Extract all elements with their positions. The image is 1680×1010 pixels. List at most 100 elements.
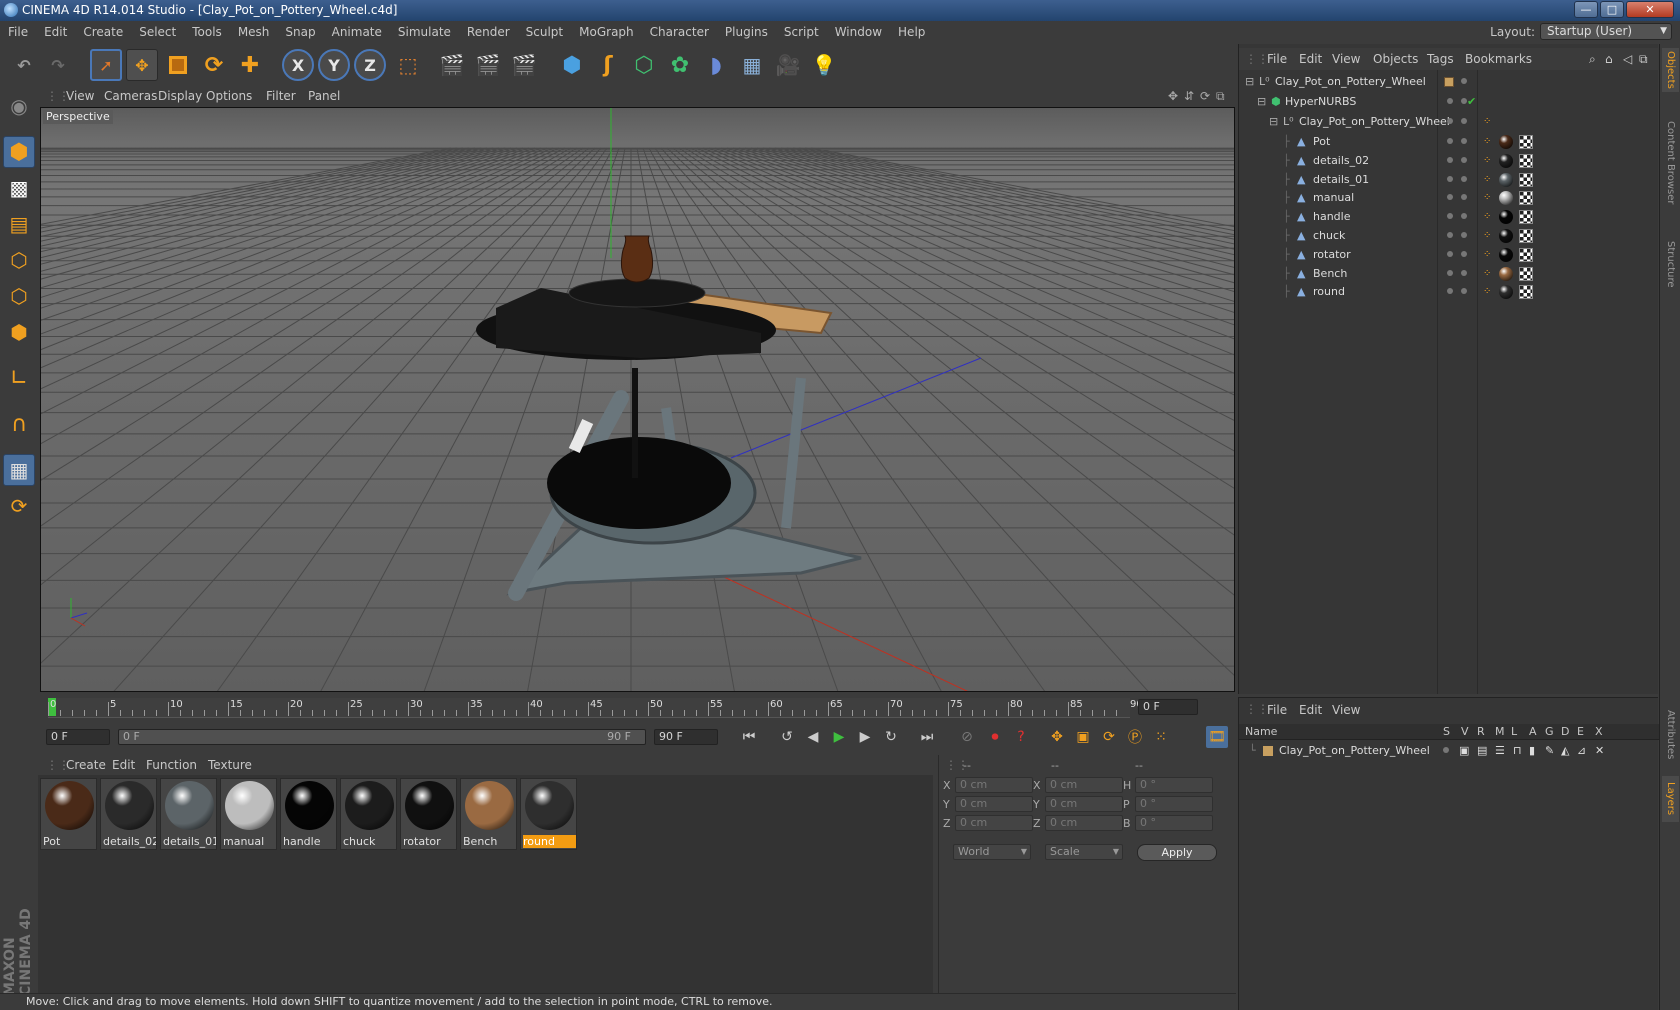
mat-menu-texture[interactable]: Texture [208,755,252,775]
menu-window[interactable]: Window [827,21,890,44]
cube-object-icon[interactable]: ⬢ [556,49,588,81]
obj-menu-view[interactable]: View [1332,48,1360,70]
vp-menu-cameras[interactable]: Cameras [104,86,157,106]
frame-ruler[interactable]: 0 5 10 15 20 25 30 35 40 45 50 55 60 65 70 75 80 85 90 [48,698,1143,718]
material-tag-icon[interactable] [1499,172,1513,187]
obj-menu-bookmarks[interactable]: Bookmarks [1465,48,1532,70]
layer-menu-file[interactable]: File [1267,703,1287,717]
vp-menu-view[interactable]: View [66,86,94,106]
vp-menu-panel[interactable]: Panel [308,86,340,106]
material-tag-icon[interactable] [1499,210,1513,225]
scale-tool-icon[interactable] [162,49,194,81]
obj-menu-tags[interactable]: Tags [1427,48,1454,70]
layer-row[interactable]: └ Clay_Pot_on_Pottery_Wheel ▣ ▤ ☰ ⊓ ▮ ✎ … [1239,741,1659,761]
home-icon[interactable]: ⌂ [1605,48,1613,70]
edges-mode-icon[interactable]: ⬡ [3,280,35,312]
end-frame-field[interactable]: 90 F [654,729,718,745]
material-swatch[interactable]: rotator [400,778,457,850]
uvw-tag-icon[interactable] [1519,172,1533,187]
record-keys-icon[interactable]: ⊘ [956,726,978,748]
material-swatch[interactable]: handle [280,778,337,850]
material-tag-icon[interactable] [1499,285,1513,300]
search-icon[interactable]: ⌕ [1589,48,1596,70]
collapse-icon[interactable]: ⊟ [1257,92,1266,112]
visibility-dot[interactable] [1447,98,1453,104]
undo-icon[interactable]: ↶ [8,49,40,81]
planar-workplane-icon[interactable]: ⟳ [3,490,35,522]
vp-menu-display[interactable]: Display [158,86,202,106]
render-dot[interactable] [1461,232,1467,238]
previous-frame-icon[interactable]: ◀ [802,726,824,748]
key-pla-icon[interactable]: ⁙ [1150,726,1172,748]
visibility-dot[interactable] [1447,138,1453,144]
uvw-tag-icon[interactable] [1519,191,1533,206]
view-options-icon[interactable]: ◁ [1623,48,1632,70]
scale-mode-dropdown[interactable]: Scale ▼ [1045,844,1123,860]
object-row[interactable]: ├ ▲ handle ⁘ [1239,207,1659,227]
make-editable-icon[interactable]: ◉ [3,90,35,122]
layer-menu-view[interactable]: View [1332,703,1360,717]
go-to-start-icon[interactable]: ⏮ [738,726,760,748]
collapse-icon[interactable]: ⊟ [1269,112,1278,132]
toggle-layout-icon[interactable]: ⧉ [1216,86,1225,106]
coord-value-field[interactable]: 0 cm [955,777,1033,793]
layer-column-m[interactable]: M [1495,724,1505,740]
object-row[interactable]: ├ ▲ chuck ⁘ [1239,226,1659,246]
menu-snap[interactable]: Snap [277,21,323,44]
model-mode-icon[interactable]: ⬢ [3,136,35,168]
uvw-tag-icon[interactable] [1519,135,1533,149]
tab-layers[interactable]: Layers [1662,776,1679,822]
layer-column-x[interactable]: X [1595,724,1603,740]
mat-menu-function[interactable]: Function [146,755,197,775]
key-rotation-icon[interactable]: ⟳ [1098,726,1120,748]
vp-menu-filter[interactable]: Filter [266,86,296,106]
render-dot[interactable] [1461,118,1467,124]
material-swatch[interactable]: manual [220,778,277,850]
pan-view-icon[interactable]: ✥ [1168,86,1178,106]
material-tag-icon[interactable] [1499,229,1513,243]
deformers-icon[interactable]: ◭ [1561,741,1569,761]
menu-simulate[interactable]: Simulate [390,21,459,44]
render-dot[interactable] [1461,194,1467,201]
visibility-dot[interactable] [1447,269,1453,276]
previous-key-icon[interactable]: ↺ [776,726,798,748]
go-to-end-icon[interactable]: ⏭ [916,726,938,748]
material-tag-icon[interactable] [1499,266,1513,281]
solo-dot[interactable] [1443,747,1449,753]
menu-help[interactable]: Help [890,21,933,44]
material-tag-icon[interactable] [1499,135,1513,149]
render-dot[interactable] [1461,213,1467,220]
workplane-mode-icon[interactable]: ▤ [3,208,35,240]
object-row[interactable]: ├ ▲ Pot ⁘ [1239,132,1659,152]
visibility-dot[interactable] [1447,118,1453,124]
material-tag-icon[interactable] [1499,247,1513,262]
key-scale-icon[interactable]: ▣ [1072,726,1094,748]
nurbs-icon[interactable]: ⬡ [628,49,660,81]
coord-value-field[interactable]: 0 cm [1045,777,1123,793]
coordinate-mode-dropdown[interactable]: World ▼ [953,844,1031,860]
material-swatch[interactable]: details_02 [100,778,157,850]
phong-tag-icon[interactable]: ⁘ [1483,264,1491,284]
expressions-icon[interactable]: ⊿ [1577,741,1586,761]
layer-column-l[interactable]: L [1511,724,1517,740]
texture-mode-icon[interactable]: ▩ [3,172,35,204]
render-dot[interactable] [1461,269,1467,276]
coord-value-field[interactable]: 0 ° [1135,796,1213,812]
tab-structure[interactable]: Structure [1662,234,1679,294]
layer-column-e[interactable]: E [1577,724,1584,740]
uvw-tag-icon[interactable] [1519,266,1533,281]
menu-animate[interactable]: Animate [324,21,390,44]
object-row-hypernurbs[interactable]: ⊟ ⬢ HyperNURBS ✔ [1239,92,1659,112]
render-icon[interactable]: ▤ [1477,741,1487,761]
layer-column-a[interactable]: A [1529,724,1537,740]
move-tool-icon[interactable]: ✥ [126,49,158,81]
start-frame-field[interactable]: 0 F [46,729,110,745]
x-axis-lock-button[interactable]: X [282,49,314,81]
menu-script[interactable]: Script [776,21,827,44]
perspective-viewport[interactable]: Perspective [40,107,1235,692]
coordinate-system-icon[interactable]: ⬚ [392,49,424,81]
workplane-lock-icon[interactable]: ▦ [3,454,35,486]
spline-pen-icon[interactable]: ʃ [592,49,624,81]
phong-tag-icon[interactable]: ⁘ [1483,112,1491,132]
object-row[interactable]: ├ ▲ round ⁘ [1239,282,1659,302]
